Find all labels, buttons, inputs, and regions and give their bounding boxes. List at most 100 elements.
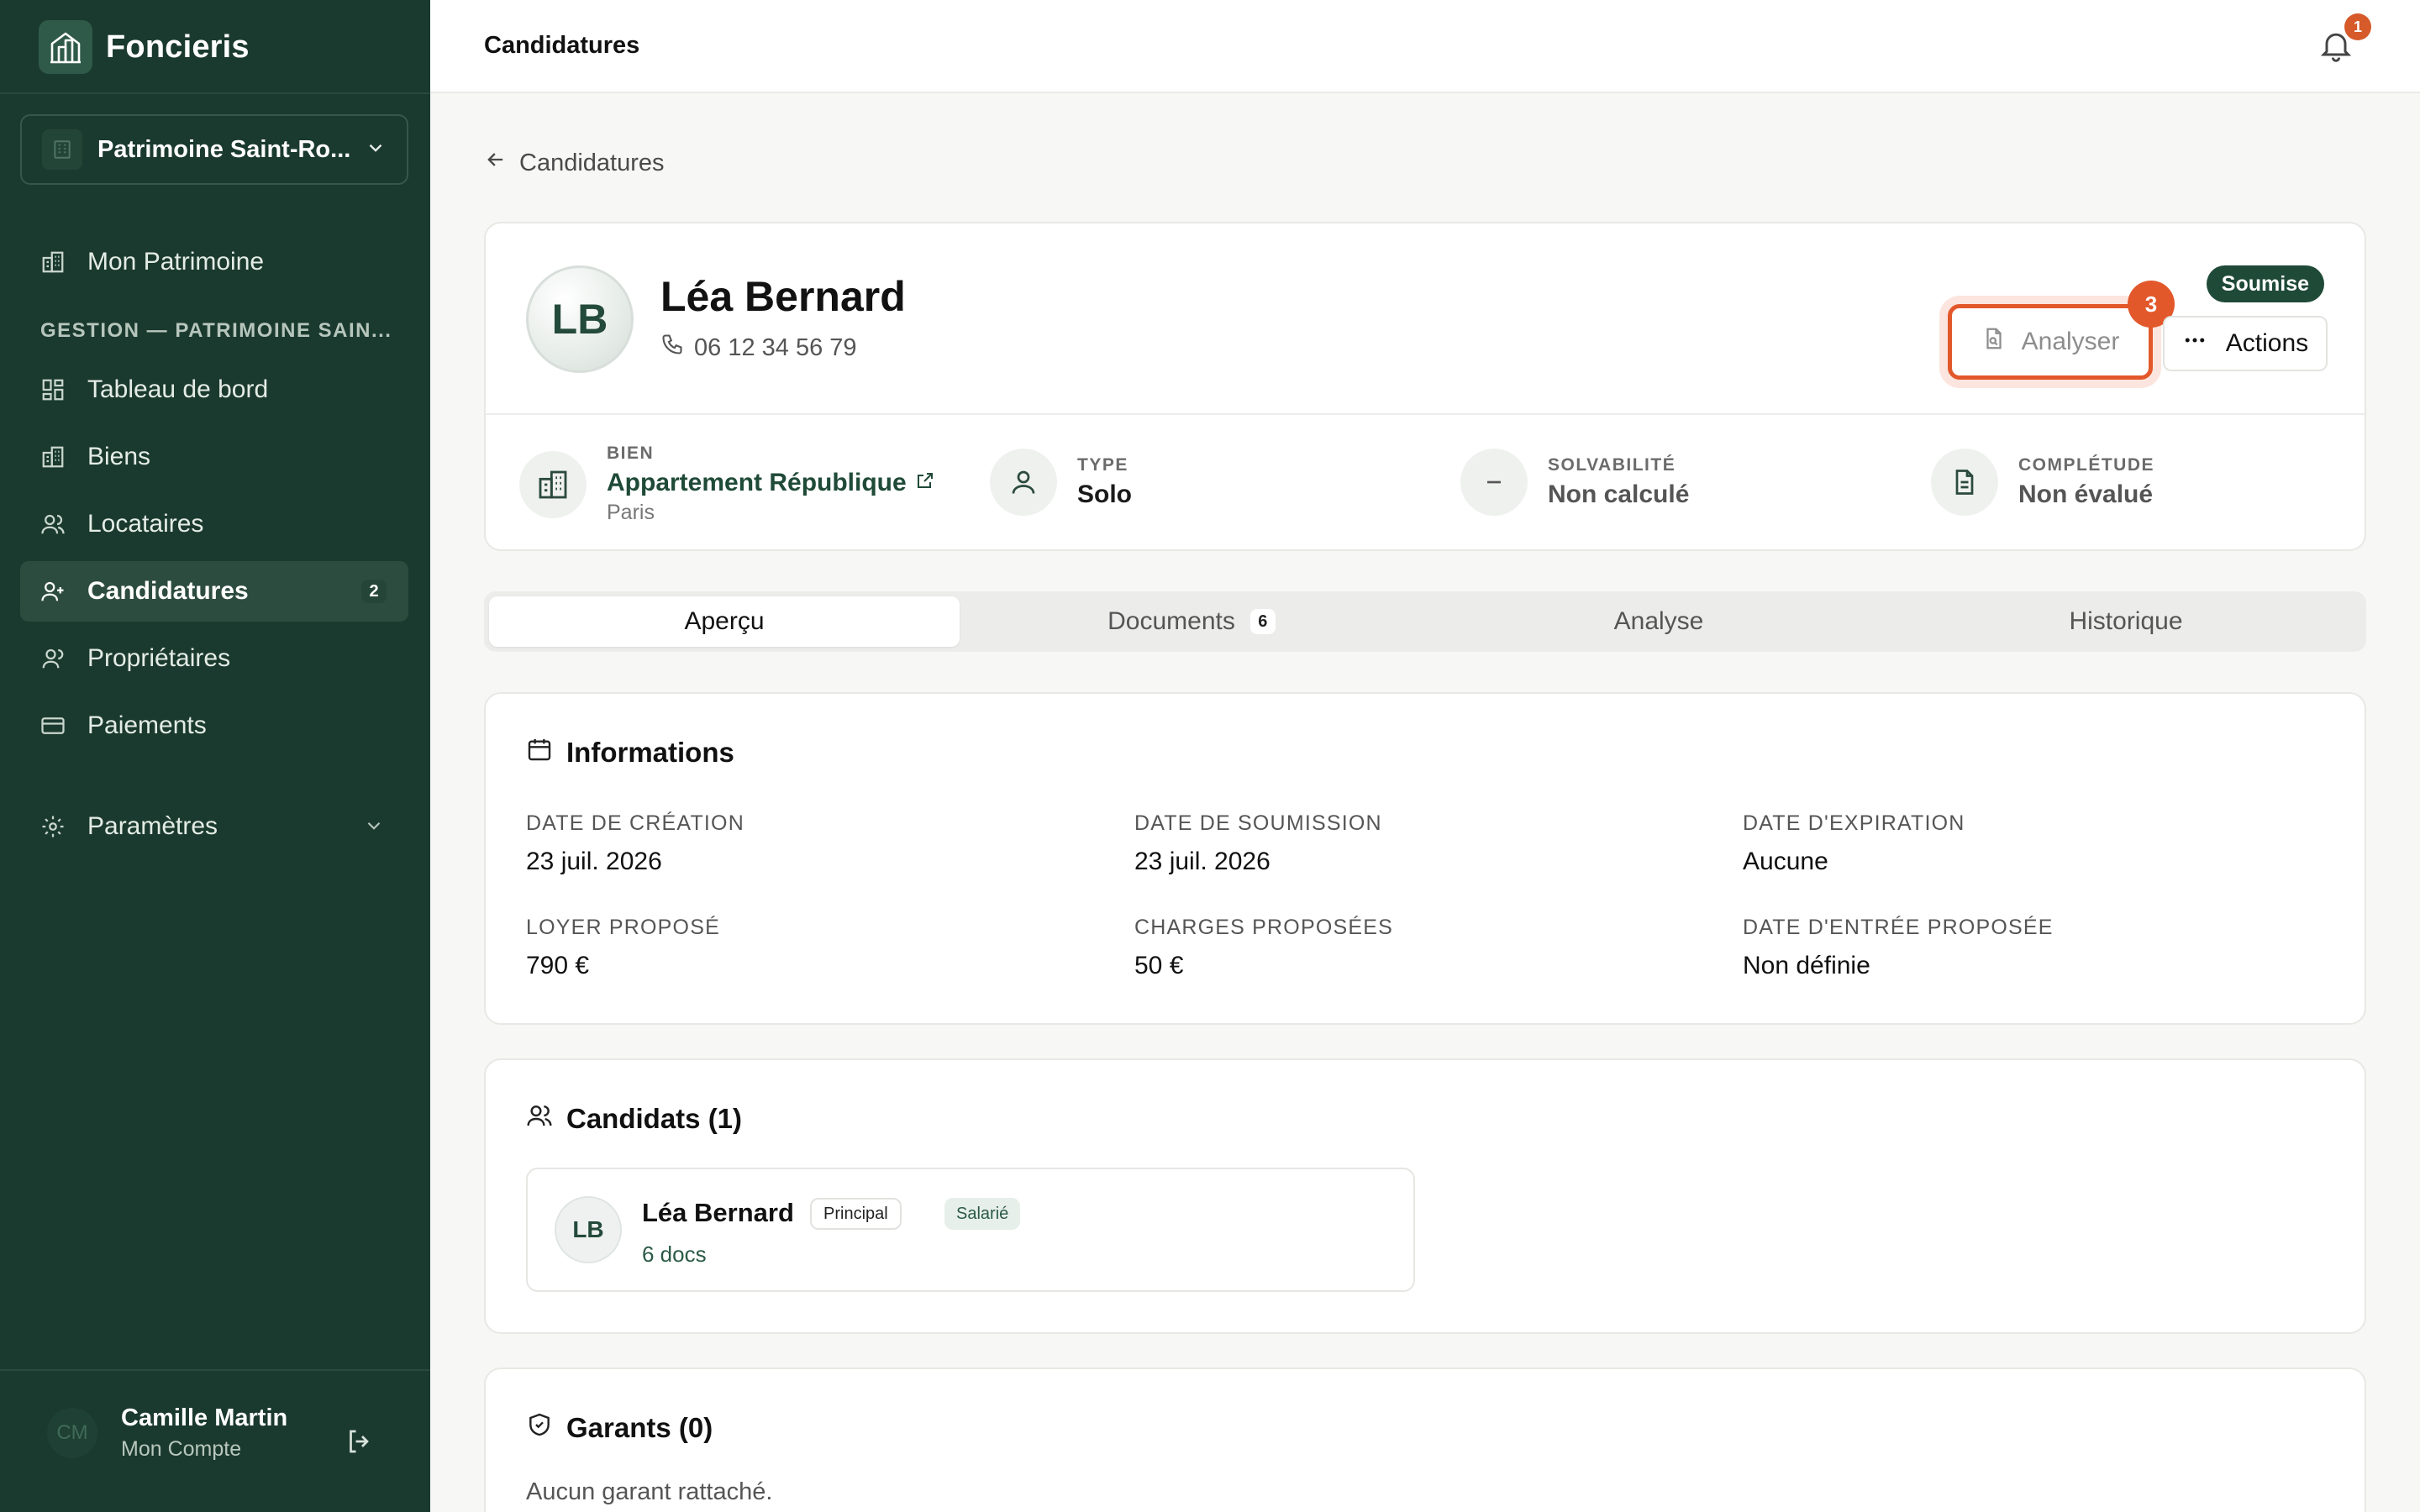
- sidebar-item-label: Biens: [87, 443, 151, 470]
- external-link-icon: [915, 469, 935, 497]
- brand[interactable]: Foncieris: [39, 20, 250, 74]
- card-title-label: Informations: [566, 737, 734, 768]
- analyse-button[interactable]: Analyser: [1948, 304, 2153, 380]
- tab-analyse[interactable]: Analyse: [1423, 596, 1894, 647]
- candidate-name: Léa Bernard: [642, 1198, 794, 1227]
- topbar: Candidatures 1: [430, 0, 2420, 93]
- chevron-down-icon: [363, 815, 385, 843]
- users-icon: [526, 1102, 553, 1136]
- field-value: Aucune: [1743, 848, 1828, 875]
- workspace-label: Patrimoine Saint-Ro...: [97, 135, 351, 163]
- meta-label: SOLVABILITÉ: [1548, 455, 1676, 475]
- phone-number: 06 12 34 56 79: [694, 333, 857, 361]
- card-title-label: Candidats (1): [566, 1103, 743, 1134]
- tab-label: Aperçu: [684, 607, 765, 635]
- document-icon: [1931, 449, 1998, 516]
- docs-count: 6 docs: [642, 1242, 707, 1267]
- building-icon: [42, 129, 82, 170]
- tab-bar: Aperçu Documents 6 Analyse Historique: [484, 591, 2366, 652]
- user-plus-icon: [39, 577, 67, 606]
- sidebar-item-tableau-de-bord[interactable]: Tableau de bord: [20, 360, 408, 420]
- workspace-selector[interactable]: Patrimoine Saint-Ro...: [20, 114, 408, 185]
- user-subtitle: Mon Compte: [121, 1437, 242, 1461]
- building-icon: [39, 443, 67, 471]
- tab-label: Historique: [2069, 607, 2183, 635]
- status-badge: Soumise: [2206, 265, 2324, 302]
- sidebar-item-label: Mon Patrimoine: [87, 248, 265, 276]
- phone-icon: [660, 333, 684, 363]
- notification-badge: 1: [2344, 13, 2371, 40]
- sidebar-item-proprietaires[interactable]: Propriétaires: [20, 628, 408, 689]
- more-horizontal-icon: [2182, 328, 2207, 360]
- garants-card: Garants (0) Aucun garant rattaché.: [484, 1368, 2366, 1512]
- field-loyer-propose: LOYER PROPOSÉ 790 €: [526, 916, 720, 980]
- meta-label: COMPLÉTUDE: [2018, 455, 2154, 475]
- field-value: 790 €: [526, 952, 590, 979]
- field-label: LOYER PROPOSÉ: [526, 916, 720, 939]
- sidebar-item-locataires[interactable]: Locataires: [20, 494, 408, 554]
- tab-apercu[interactable]: Aperçu: [489, 596, 960, 647]
- sidebar-item-parametres[interactable]: Paramètres: [20, 796, 408, 857]
- users-icon: [39, 510, 67, 538]
- sidebar-item-mon-patrimoine[interactable]: Mon Patrimoine: [20, 232, 408, 292]
- divider: [0, 92, 430, 94]
- dashboard-icon: [39, 375, 67, 404]
- field-value: Non définie: [1743, 952, 1870, 979]
- count-badge: 2: [361, 580, 387, 603]
- sidebar-item-label: Candidatures: [87, 577, 249, 605]
- section-label: GESTION — PATRIMOINE SAIN...: [40, 319, 392, 342]
- tab-documents[interactable]: Documents 6: [956, 596, 1427, 647]
- field-value: 50 €: [1134, 952, 1184, 979]
- candidats-card: Candidats (1) LB Léa Bernard Principal S…: [484, 1058, 2366, 1334]
- role-badge: Principal: [810, 1198, 902, 1230]
- credit-card-icon: [39, 711, 67, 740]
- list-item[interactable]: LB Léa Bernard Principal Salarié 6 docs: [526, 1168, 1415, 1292]
- meta-solvabilite: SOLVABILITÉ Non calculé: [1460, 449, 1689, 516]
- property-link[interactable]: Appartement République: [607, 469, 935, 497]
- tab-label: Documents: [1107, 607, 1235, 635]
- meta-value: Solo: [1077, 480, 1132, 508]
- calendar-icon: [526, 736, 553, 769]
- analyse-label: Analyser: [2021, 328, 2120, 355]
- field-label: DATE D'ENTRÉE PROPOSÉE: [1743, 916, 2054, 939]
- field-date-soumission: DATE DE SOUMISSION 23 juil. 2026: [1134, 811, 1382, 876]
- sidebar-item-biens[interactable]: Biens: [20, 427, 408, 487]
- tab-label: Analyse: [1613, 607, 1704, 635]
- count-badge: 6: [1249, 609, 1276, 634]
- sidebar-item-label: Propriétaires: [87, 644, 231, 672]
- actions-button[interactable]: Actions: [2163, 316, 2328, 371]
- informations-card: Informations DATE DE CRÉATION 23 juil. 2…: [484, 692, 2366, 1025]
- tab-historique[interactable]: Historique: [1891, 596, 2361, 647]
- page-title: Candidatures: [484, 32, 640, 59]
- field-label: CHARGES PROPOSÉES: [1134, 916, 1393, 939]
- candidate-name: Léa Bernard: [660, 273, 906, 320]
- chevron-down-icon: [365, 137, 387, 163]
- user-icon: [990, 449, 1057, 516]
- sidebar-item-label: Locataires: [87, 510, 204, 538]
- meta-value: Non évalué: [2018, 480, 2154, 508]
- property-name: Appartement République: [607, 469, 907, 496]
- field-date-creation: DATE DE CRÉATION 23 juil. 2026: [526, 811, 744, 876]
- field-date-entree: DATE D'ENTRÉE PROPOSÉE Non définie: [1743, 916, 2054, 980]
- meta-sub: Paris: [607, 501, 655, 524]
- meta-value: Non calculé: [1548, 480, 1690, 508]
- building-icon: [39, 248, 67, 276]
- user-icon: [39, 644, 67, 673]
- logout-icon[interactable]: [345, 1426, 378, 1460]
- meta-label: TYPE: [1077, 455, 1128, 475]
- user-name: Camille Martin: [121, 1404, 288, 1431]
- field-label: DATE D'EXPIRATION: [1743, 811, 1965, 835]
- meta-bien: BIEN Appartement République Paris: [519, 444, 935, 525]
- avatar: LB: [555, 1196, 622, 1263]
- divider: [0, 1369, 430, 1371]
- sidebar-item-paiements[interactable]: Paiements: [20, 696, 408, 756]
- card-title: Candidats (1): [526, 1102, 742, 1136]
- file-search-icon: [1981, 326, 2007, 358]
- candidate-header-card: LB Léa Bernard 06 12 34 56 79 Soumise An…: [484, 222, 2366, 551]
- candidate-phone: 06 12 34 56 79: [660, 333, 857, 363]
- sidebar-item-candidatures[interactable]: Candidatures 2: [20, 561, 408, 622]
- shield-icon: [526, 1411, 553, 1445]
- sidebar-item-label: Tableau de bord: [87, 375, 269, 403]
- user-account[interactable]: CM Camille Martin Mon Compte: [47, 1404, 287, 1462]
- back-link[interactable]: Candidatures: [484, 148, 665, 178]
